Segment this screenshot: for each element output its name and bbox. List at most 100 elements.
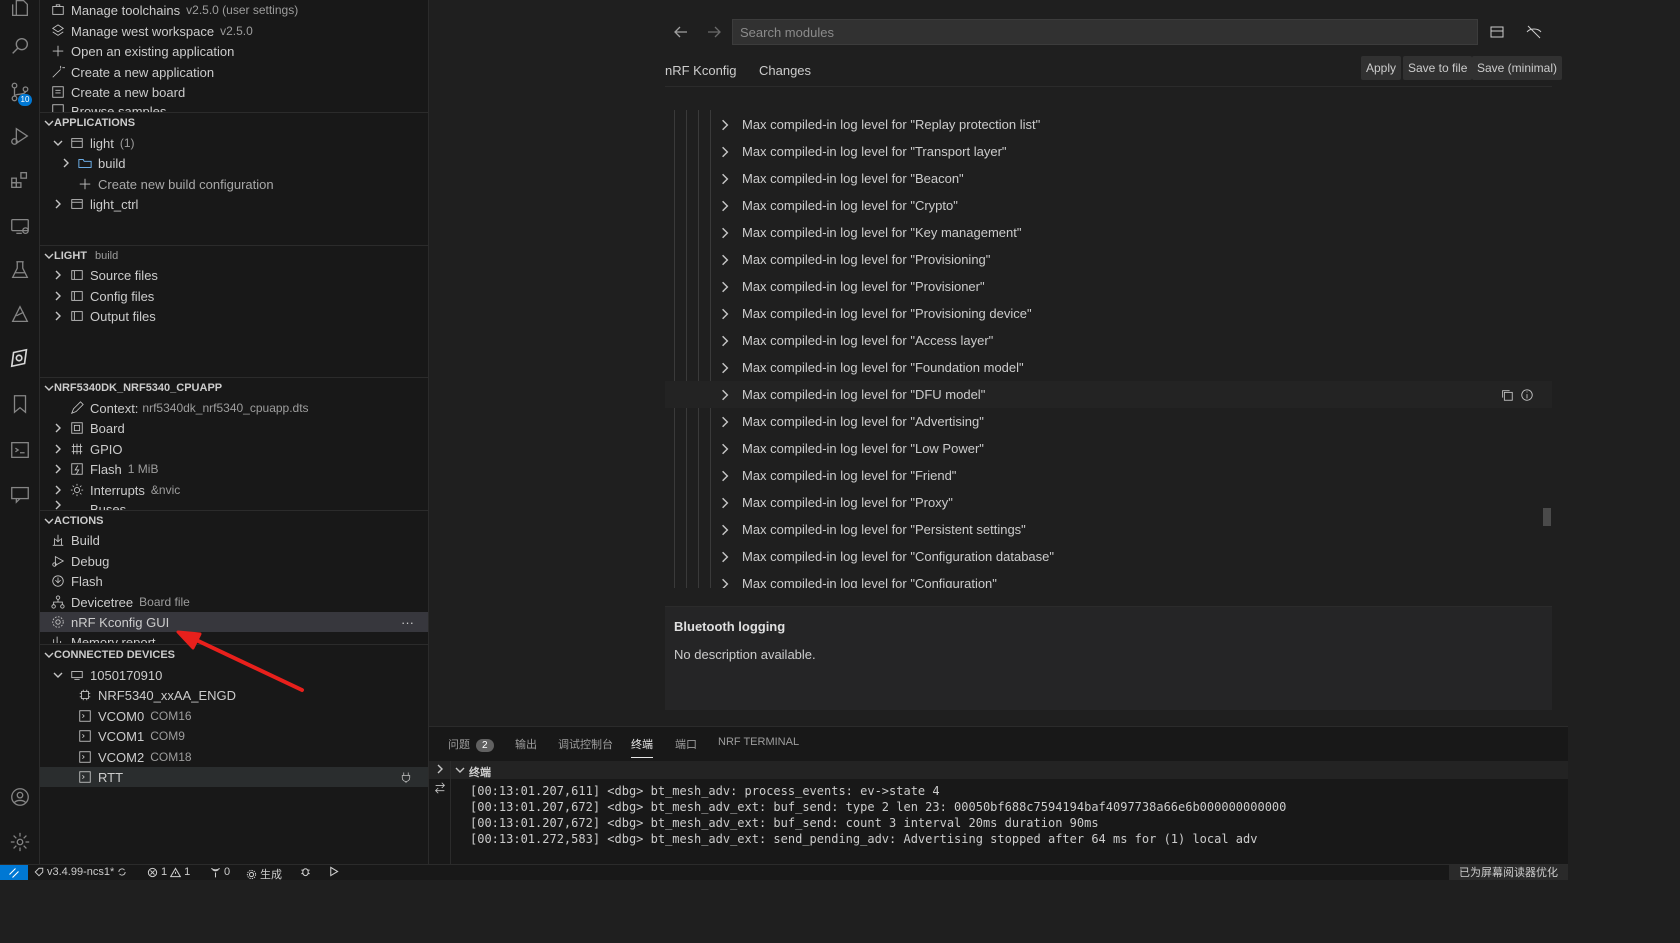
tab-nrf-terminal[interactable]: NRF TERMINAL (718, 736, 799, 758)
terminal-icon[interactable] (0, 428, 40, 472)
browse-samples-item[interactable]: Browse samples (40, 102, 428, 112)
vcom2-item[interactable]: VCOM2 COM18 (40, 747, 428, 767)
chevron-right-icon[interactable] (718, 253, 732, 267)
chevron-right-icon[interactable] (718, 523, 732, 537)
chevron-right-icon[interactable] (718, 172, 732, 186)
buses-item[interactable]: Buses (40, 500, 428, 510)
kconfig-option-row[interactable]: Max compiled-in log level for "Configura… (665, 543, 1552, 570)
kconfig-option-row[interactable]: Max compiled-in log level for "Key manag… (665, 219, 1552, 246)
interrupts-item[interactable]: Interrupts &nvic (40, 480, 428, 500)
tab-output[interactable]: 输出 (515, 736, 537, 758)
chevron-right-icon[interactable] (718, 361, 732, 375)
rtt-item[interactable]: RTT (40, 767, 428, 787)
nrf-kconfig-icon[interactable] (0, 336, 40, 380)
build-item[interactable]: 生成 (246, 866, 282, 880)
kconfig-option-row[interactable]: Max compiled-in log level for "Beacon" (665, 165, 1552, 192)
back-arrow-icon[interactable] (671, 22, 691, 42)
kconfig-option-row[interactable]: Max compiled-in log level for "Provision… (665, 273, 1552, 300)
chat-icon[interactable] (0, 472, 40, 516)
bookmarks-icon[interactable] (0, 382, 40, 426)
chevron-right-icon[interactable] (718, 280, 732, 294)
kconfig-option-row[interactable]: Max compiled-in log level for "Replay pr… (665, 111, 1552, 138)
copy-icon[interactable] (1500, 388, 1514, 402)
debug-action[interactable]: Debug (40, 551, 428, 571)
kconfig-option-row[interactable]: Max compiled-in log level for "Provision… (665, 246, 1552, 273)
chevron-right-icon[interactable] (718, 199, 732, 213)
manage-west-workspace-item[interactable]: Manage west workspace v2.5.0 (40, 21, 428, 41)
tab-problems[interactable]: 问题 2 (448, 736, 494, 758)
testing-icon[interactable] (0, 248, 40, 292)
chevron-right-icon[interactable] (718, 415, 732, 429)
ports-item[interactable]: 0 (210, 866, 230, 878)
kconfig-option-row[interactable]: Max compiled-in log level for "Access la… (665, 327, 1552, 354)
kconfig-option-row[interactable]: Max compiled-in log level for "DFU model… (665, 381, 1552, 408)
account-icon[interactable] (0, 775, 40, 819)
screen-reader-status[interactable]: 已为屏幕阅读器优化 (1449, 865, 1568, 880)
scrollbar-thumb[interactable] (1543, 508, 1551, 526)
extensions-icon[interactable] (0, 158, 40, 202)
save-minimal-button[interactable]: Save (minimal) (1472, 56, 1563, 80)
output-files-item[interactable]: Output files (40, 306, 428, 326)
kconfig-option-row[interactable]: Max compiled-in log level for "Low Power… (665, 435, 1552, 462)
settings-gear-icon[interactable] (0, 820, 40, 864)
actions-section-header[interactable]: ACTIONS (40, 510, 428, 530)
kconfig-option-row[interactable]: Max compiled-in log level for "Persisten… (665, 516, 1552, 543)
run-debug-icon[interactable] (0, 114, 40, 158)
chevron-right-icon[interactable] (718, 307, 732, 321)
light-section-header[interactable]: LIGHT build (40, 245, 428, 265)
chevron-right-icon[interactable] (718, 388, 732, 402)
kconfig-option-row[interactable]: Max compiled-in log level for "Foundatio… (665, 354, 1552, 381)
config-files-item[interactable]: Config files (40, 286, 428, 306)
kconfig-option-row[interactable]: Max compiled-in log level for "Provision… (665, 300, 1552, 327)
chevron-right-icon[interactable] (718, 442, 732, 456)
chevron-down-icon[interactable] (455, 765, 465, 775)
devicetree-section-header[interactable]: NRF5340DK_NRF5340_CPUAPP (40, 377, 428, 397)
remote-explorer-icon[interactable] (0, 204, 40, 248)
remote-indicator[interactable] (0, 865, 28, 880)
plug-icon[interactable] (400, 771, 412, 783)
flash-action[interactable]: Flash (40, 571, 428, 591)
connected-devices-section-header[interactable]: CONNECTED DEVICES (40, 644, 428, 664)
devicetree-action[interactable]: Devicetree Board file (40, 592, 428, 612)
search-icon[interactable] (0, 24, 40, 68)
tab-debug-console[interactable]: 调试控制台 (558, 736, 613, 758)
applications-section-header[interactable]: APPLICATIONS (40, 112, 428, 132)
app-item-build[interactable]: build (40, 153, 428, 173)
eye-closed-icon[interactable] (1524, 22, 1544, 42)
kconfig-option-row[interactable]: Max compiled-in log level for "Advertisi… (665, 408, 1552, 435)
problems-item[interactable]: 11 (147, 866, 190, 878)
chevron-right-icon[interactable] (718, 577, 732, 588)
save-to-file-button[interactable]: Save to file (1403, 56, 1473, 80)
run-item[interactable] (328, 866, 339, 877)
kconfig-option-row[interactable]: Max compiled-in log level for "Configura… (665, 570, 1552, 588)
layout-panel-icon[interactable] (1487, 22, 1507, 42)
source-control-icon[interactable] (0, 70, 40, 114)
kconfig-option-row[interactable]: Max compiled-in log level for "Transport… (665, 138, 1552, 165)
kconfig-option-row[interactable]: Max compiled-in log level for "Proxy" (665, 489, 1552, 516)
terminal-header[interactable]: 终端 (429, 761, 1568, 779)
chip-item[interactable]: NRF5340_xxAA_ENGD (40, 685, 428, 705)
tab-terminal[interactable]: 终端 (631, 736, 653, 758)
app-item-light[interactable]: light (1) (40, 133, 428, 153)
nrf-connect-icon[interactable] (0, 292, 40, 336)
kconfig-option-row[interactable]: Max compiled-in log level for "Friend" (665, 462, 1552, 489)
chevron-right-icon[interactable] (718, 334, 732, 348)
apply-button[interactable]: Apply (1361, 56, 1402, 80)
tab-changes[interactable]: Changes (759, 63, 811, 87)
more-actions-icon[interactable]: ··· (401, 615, 414, 630)
forward-arrow-icon[interactable] (704, 22, 724, 42)
chevron-right-icon[interactable] (718, 550, 732, 564)
nrf-kconfig-gui-action[interactable]: nRF Kconfig GUI ··· (40, 612, 428, 632)
open-existing-app-item[interactable]: Open an existing application (40, 41, 428, 61)
swap-icon[interactable] (433, 781, 447, 795)
kconfig-option-row[interactable]: Max compiled-in log level for "Crypto" (665, 192, 1552, 219)
create-new-board-item[interactable]: Create a new board (40, 82, 428, 102)
source-files-item[interactable]: Source files (40, 265, 428, 285)
debug-item[interactable] (300, 866, 311, 877)
chevron-right-icon[interactable] (718, 496, 732, 510)
create-build-config-item[interactable]: Create new build configuration (40, 174, 428, 194)
build-action[interactable]: Build (40, 530, 428, 550)
search-modules-input[interactable]: Search modules (732, 19, 1478, 45)
vcom0-item[interactable]: VCOM0 COM16 (40, 706, 428, 726)
sdk-version-item[interactable]: v3.4.99-ncs1* (34, 866, 127, 878)
